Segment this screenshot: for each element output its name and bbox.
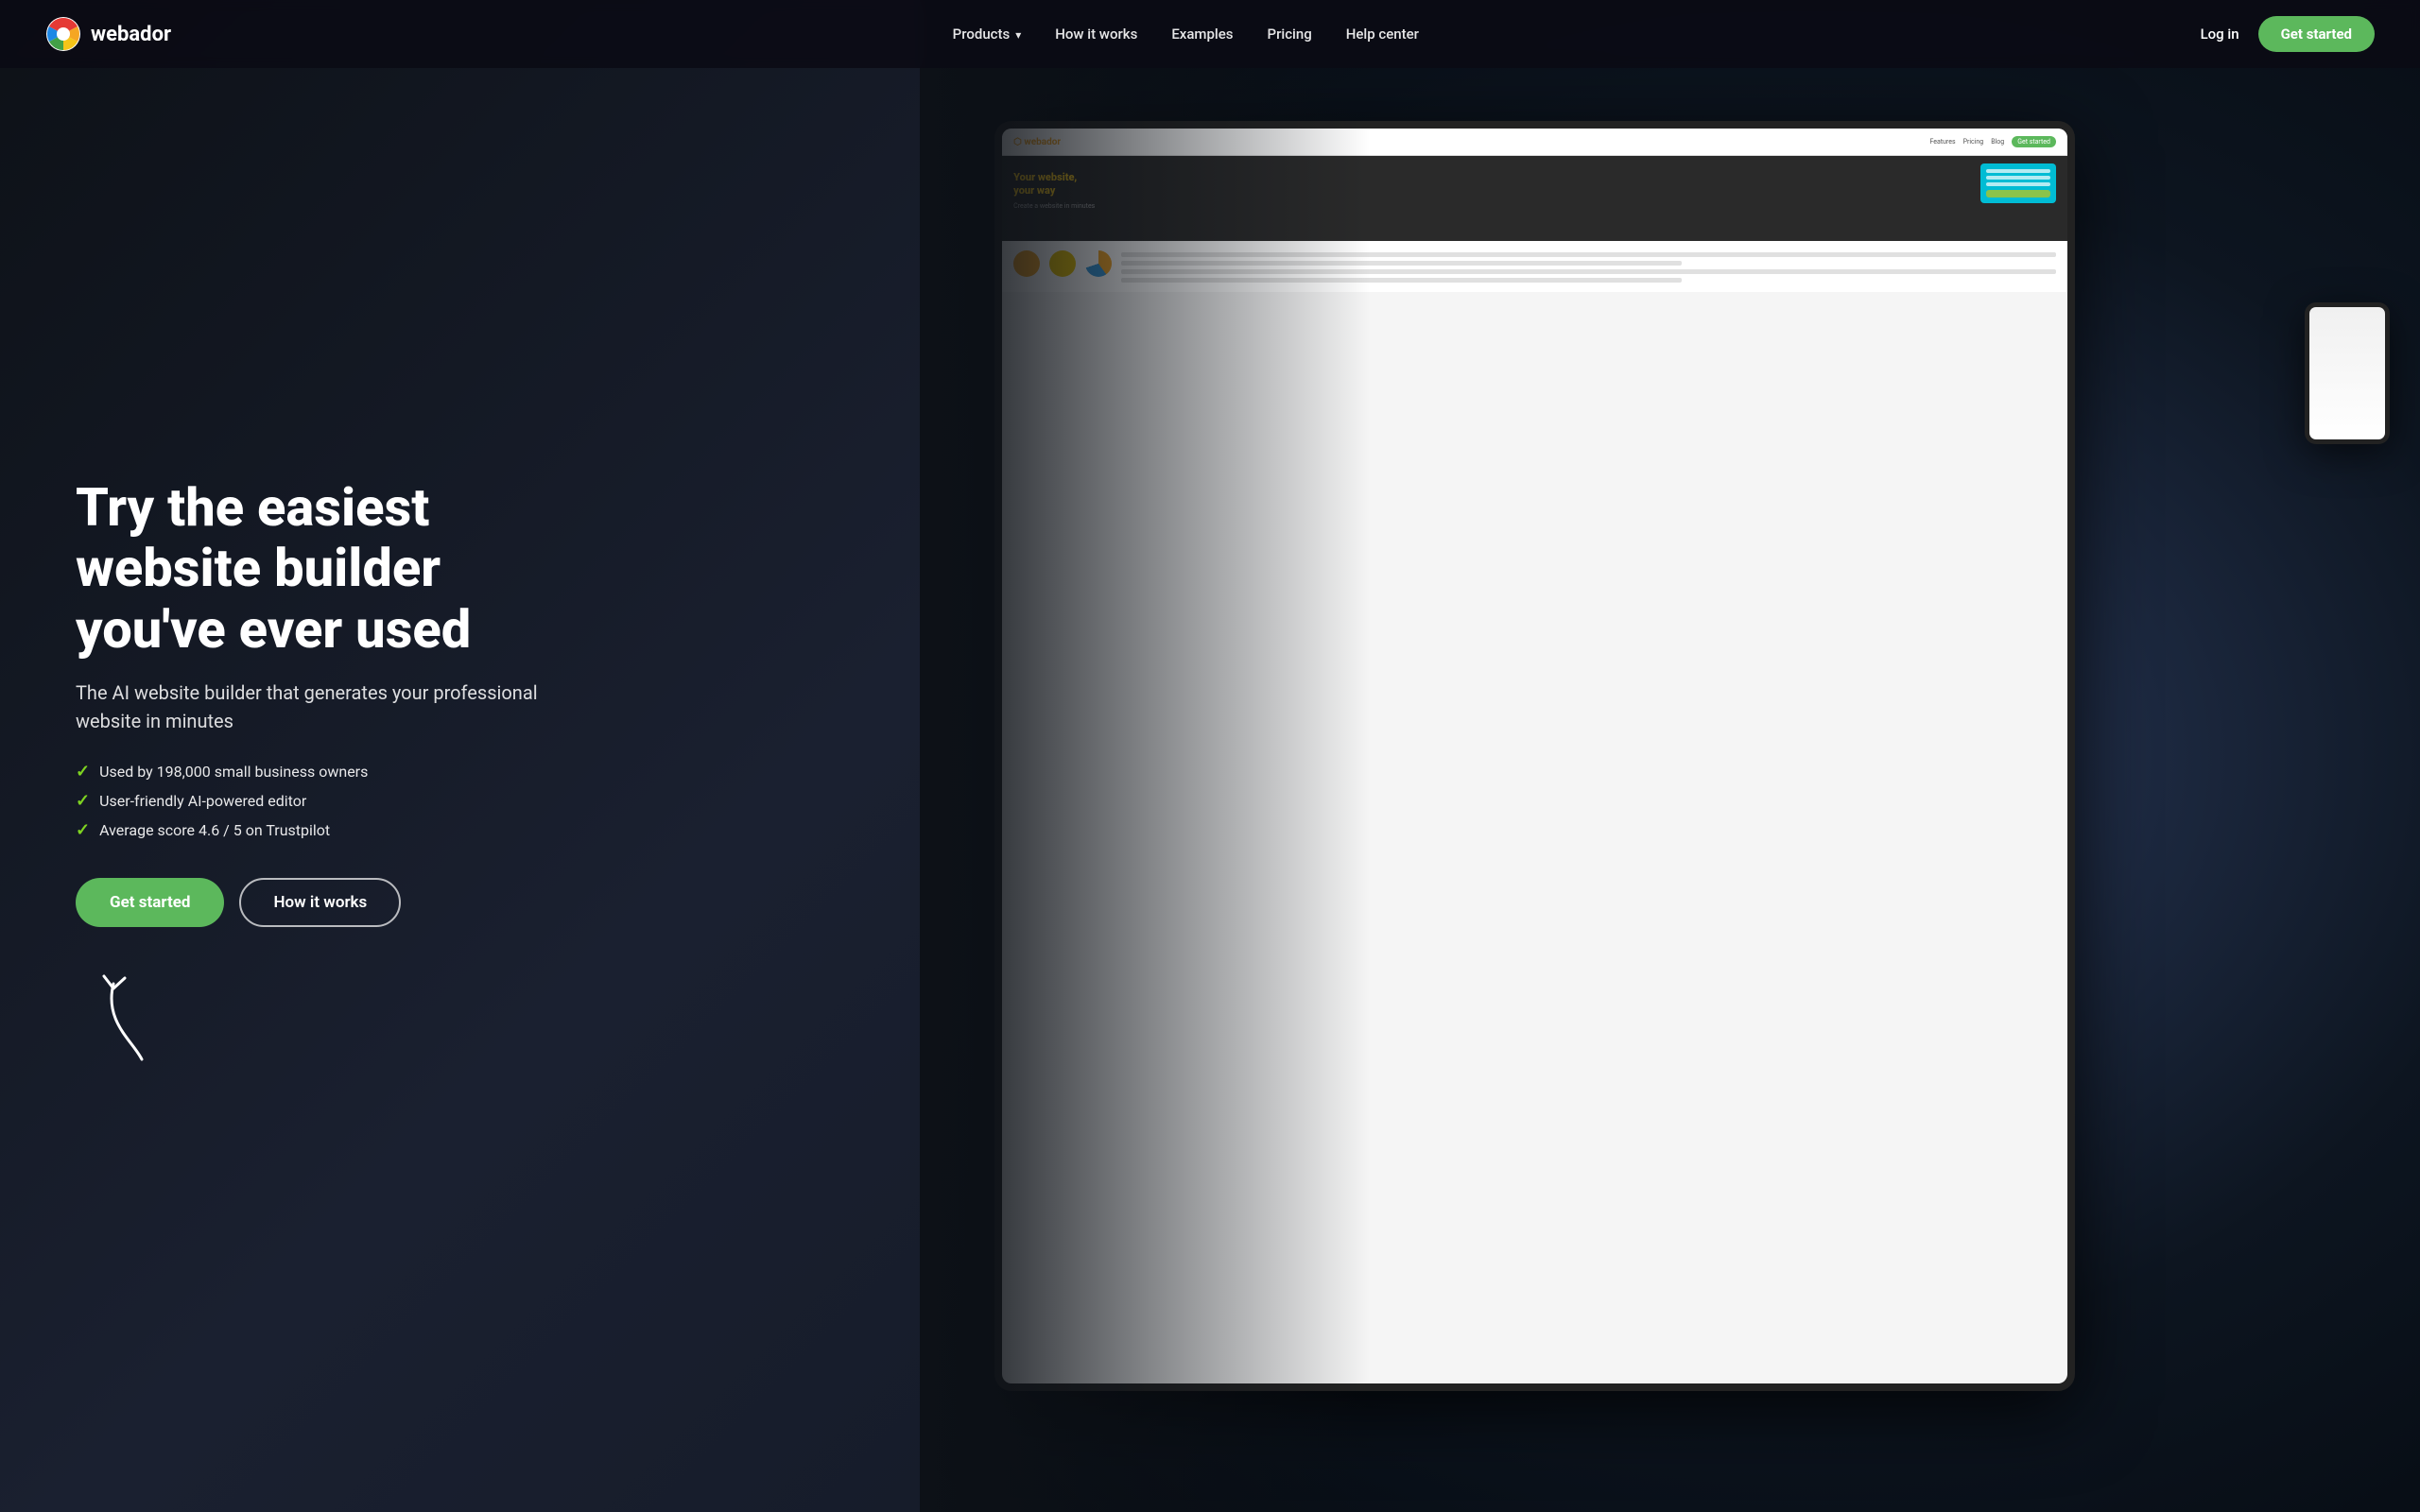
- tablet-text-line-3: [1121, 269, 2056, 274]
- tablet-text-line-4: [1121, 278, 1682, 283]
- tablet-cta-button: Get started: [2012, 136, 2056, 147]
- tablet-hero-sub: Create a website in minutes: [1013, 202, 2056, 210]
- tablet-nav-item-3: Blog: [1991, 138, 2004, 146]
- phone-screen: [2309, 307, 2385, 439]
- tablet-popup: [1980, 163, 2056, 203]
- tablet-popup-button: [1986, 190, 2050, 198]
- tablet-icon-1: [1013, 250, 1040, 277]
- nav-link-how-it-works[interactable]: How it works: [1055, 26, 1137, 43]
- tablet-nav-item-2: Pricing: [1963, 138, 1984, 146]
- nav-item-examples[interactable]: Examples: [1171, 26, 1233, 43]
- login-link[interactable]: Log in: [2201, 26, 2239, 43]
- nav-item-pricing[interactable]: Pricing: [1268, 26, 1312, 43]
- nav-right: Log in Get started: [2201, 16, 2375, 52]
- hero-feature-2: ✓ User-friendly AI-powered editor: [76, 791, 586, 811]
- hero-content: Try the easiest website builder you've e…: [0, 364, 586, 1148]
- hero-features-list: ✓ Used by 198,000 small business owners …: [76, 762, 586, 840]
- tablet-nav-item-1: Features: [1929, 138, 1955, 146]
- arrow-svg: [85, 955, 180, 1069]
- nav-link-help-center[interactable]: Help center: [1346, 26, 1419, 43]
- hero-device-scene: ⬡ webador Features Pricing Blog Get star…: [920, 0, 2420, 1512]
- navbar: webador Products How it works Examples P…: [0, 0, 2420, 68]
- hero-section: ⬡ webador Features Pricing Blog Get star…: [0, 0, 2420, 1512]
- tablet-screen: ⬡ webador Features Pricing Blog Get star…: [1002, 129, 2067, 1383]
- tablet-nav: Features Pricing Blog: [1929, 138, 2004, 146]
- check-icon-3: ✓: [76, 820, 90, 840]
- nav-link-examples[interactable]: Examples: [1171, 26, 1233, 43]
- hero-buttons: Get started How it works: [76, 878, 586, 927]
- tablet-logo: ⬡ webador: [1013, 137, 1061, 147]
- nav-item-products[interactable]: Products: [953, 26, 1022, 43]
- chevron-down-icon: [1013, 26, 1021, 43]
- hero-feature-label-1: Used by 198,000 small business owners: [99, 763, 368, 781]
- tablet-text-line-2: [1121, 261, 1682, 266]
- check-icon-1: ✓: [76, 762, 90, 782]
- tablet-hero-area: Your website,your way Create a website i…: [1002, 156, 2067, 241]
- logo-icon: [45, 16, 81, 52]
- hero-feature-label-3: Average score 4.6 / 5 on Trustpilot: [99, 821, 330, 839]
- tablet-text-block: [1121, 252, 2056, 283]
- nav-links: Products How it works Examples Pricing H…: [953, 26, 1419, 43]
- nav-get-started-button[interactable]: Get started: [2258, 16, 2375, 52]
- tablet-text-line-1: [1121, 252, 2056, 257]
- nav-link-pricing[interactable]: Pricing: [1268, 26, 1312, 43]
- logo-text: webador: [91, 23, 171, 46]
- nav-link-products[interactable]: Products: [953, 26, 1022, 43]
- tablet-popup-line-3: [1986, 182, 2050, 186]
- tablet-content-area: [1002, 241, 2067, 292]
- hero-how-it-works-button[interactable]: How it works: [239, 878, 401, 927]
- logo-link[interactable]: webador: [45, 16, 171, 52]
- hero-title: Try the easiest website builder you've e…: [76, 477, 586, 660]
- hero-feature-label-2: User-friendly AI-powered editor: [99, 792, 306, 810]
- tablet-device: ⬡ webador Features Pricing Blog Get star…: [994, 121, 2075, 1391]
- nav-item-help-center[interactable]: Help center: [1346, 26, 1419, 43]
- nav-item-how-it-works[interactable]: How it works: [1055, 26, 1137, 43]
- check-icon-2: ✓: [76, 791, 90, 811]
- tablet-popup-line-1: [1986, 169, 2050, 173]
- tablet-icon-2: [1049, 250, 1076, 277]
- phone-device: [2305, 302, 2390, 444]
- hero-subtitle: The AI website builder that generates yo…: [76, 679, 586, 735]
- tablet-icon-3: [1085, 250, 1112, 277]
- hero-feature-3: ✓ Average score 4.6 / 5 on Trustpilot: [76, 820, 586, 840]
- tablet-hero-title: Your website,your way: [1013, 171, 2056, 198]
- hero-arrow-decoration: [85, 955, 586, 1073]
- tablet-website-header: ⬡ webador Features Pricing Blog Get star…: [1002, 129, 2067, 156]
- hero-get-started-button[interactable]: Get started: [76, 878, 224, 927]
- hero-feature-1: ✓ Used by 198,000 small business owners: [76, 762, 586, 782]
- tablet-popup-line-2: [1986, 176, 2050, 180]
